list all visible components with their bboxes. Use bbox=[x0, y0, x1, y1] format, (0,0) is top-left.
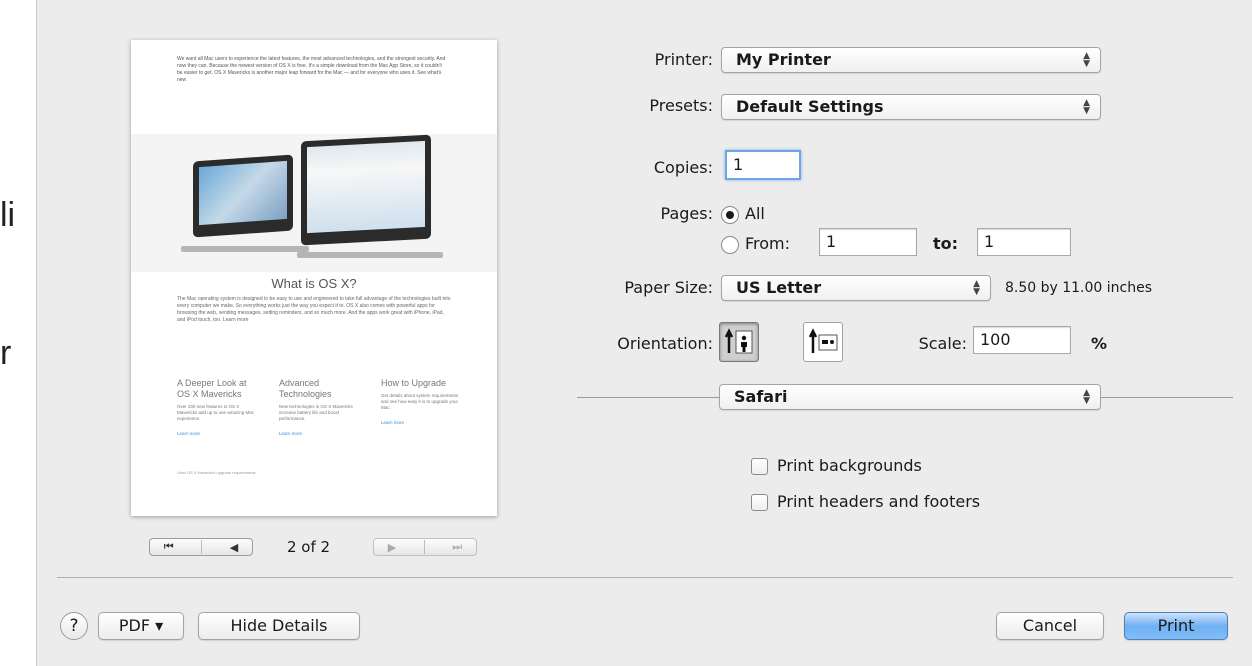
preview-nav-back-group: ⏮ ◀ bbox=[149, 538, 253, 556]
portrait-orientation-icon bbox=[724, 328, 753, 354]
print-dialog-sheet: We want all Mac users to experience the … bbox=[36, 0, 1252, 666]
section-popup[interactable]: Safari ▲ ▼ bbox=[719, 384, 1101, 410]
print-preview-page: We want all Mac users to experience the … bbox=[131, 40, 497, 516]
updown-arrows-icon: ▲ ▼ bbox=[1083, 388, 1090, 406]
hide-details-button[interactable]: Hide Details bbox=[198, 612, 360, 640]
preview-column-text: New technologies in OS X Mavericks incre… bbox=[279, 404, 353, 421]
paper-size-value: US Letter bbox=[736, 278, 822, 297]
section-divider-left bbox=[577, 397, 719, 398]
print-button[interactable]: Print bbox=[1124, 612, 1228, 640]
landscape-orientation-icon bbox=[808, 328, 838, 353]
previous-page-icon[interactable]: ◀ bbox=[230, 541, 238, 554]
printer-popup[interactable]: My Printer ▲ ▼ bbox=[721, 47, 1101, 73]
presets-popup[interactable]: Default Settings ▲ ▼ bbox=[721, 94, 1101, 120]
pages-all-radio[interactable] bbox=[721, 206, 739, 224]
section-value: Safari bbox=[734, 387, 788, 406]
paper-dimensions: 8.50 by 11.00 inches bbox=[1005, 280, 1153, 296]
printer-label: Printer: bbox=[654, 50, 713, 69]
paper-size-label: Paper Size: bbox=[624, 278, 713, 297]
pdf-menu-button[interactable]: PDF ▾ bbox=[98, 612, 184, 640]
orientation-label: Orientation: bbox=[617, 334, 713, 353]
last-page-icon[interactable]: ⏭ bbox=[452, 540, 462, 554]
preview-column-link: Learn more bbox=[279, 431, 303, 436]
scale-label: Scale: bbox=[918, 334, 967, 353]
preview-footer: View OS X Mavericks upgrade requirements bbox=[177, 470, 256, 475]
next-page-icon[interactable]: ▶ bbox=[388, 541, 396, 554]
preview-hero-image bbox=[131, 134, 497, 272]
print-backgrounds-checkbox[interactable] bbox=[751, 458, 768, 475]
print-headers-footers-checkbox[interactable] bbox=[751, 494, 768, 511]
preview-title: What is OS X? bbox=[271, 276, 357, 291]
pages-all-label: All bbox=[745, 204, 765, 223]
preview-column-link: Learn more bbox=[177, 431, 201, 436]
orientation-landscape-button[interactable] bbox=[803, 322, 843, 362]
orientation-portrait-button[interactable] bbox=[719, 322, 759, 362]
updown-arrows-icon: ▲ ▼ bbox=[973, 279, 980, 297]
preview-column-text: Get details about system requirements an… bbox=[381, 393, 459, 410]
preview-column-text: Over 200 new features in OS X Mavericks … bbox=[177, 404, 255, 421]
bottom-divider bbox=[57, 577, 1233, 578]
scale-unit: % bbox=[1091, 334, 1108, 353]
preview-column-heading: Advanced Technologies bbox=[279, 378, 332, 399]
pages-from-field[interactable]: 1 bbox=[819, 228, 917, 256]
section-divider-right bbox=[1101, 397, 1233, 398]
preview-column-3: How to Upgrade Get details about system … bbox=[381, 378, 461, 429]
preview-nav-forward-group: ▶ ⏭ bbox=[373, 538, 477, 556]
preview-body-text: The Mac operating system is designed to … bbox=[177, 296, 451, 323]
preview-column-1: A Deeper Look at OS X Mavericks Over 200… bbox=[177, 378, 257, 440]
help-button[interactable]: ? bbox=[60, 612, 88, 640]
preview-column-heading: A Deeper Look at OS X Mavericks bbox=[177, 378, 247, 399]
preview-column-link: Learn more bbox=[381, 420, 405, 425]
background-text-2: r bbox=[0, 334, 12, 372]
print-backgrounds-label: Print backgrounds bbox=[777, 456, 922, 475]
preview-intro-text: We want all Mac users to experience the … bbox=[177, 56, 446, 83]
updown-arrows-icon: ▲ ▼ bbox=[1083, 98, 1090, 116]
cancel-button[interactable]: Cancel bbox=[996, 612, 1104, 640]
scale-field[interactable]: 100 bbox=[973, 326, 1071, 354]
pages-label: Pages: bbox=[660, 204, 713, 223]
first-page-icon[interactable]: ⏮ bbox=[164, 540, 174, 554]
updown-arrows-icon: ▲ ▼ bbox=[1083, 51, 1090, 69]
copies-field[interactable]: 1 bbox=[725, 150, 801, 180]
presets-value: Default Settings bbox=[736, 97, 884, 116]
paper-size-popup[interactable]: US Letter ▲ ▼ bbox=[721, 275, 991, 301]
pages-to-label: to: bbox=[933, 234, 959, 253]
background-text-1: li bbox=[0, 196, 16, 234]
page-indicator: 2 of 2 bbox=[287, 538, 331, 556]
copies-label: Copies: bbox=[653, 158, 713, 177]
pages-from-radio[interactable] bbox=[721, 236, 739, 254]
pages-from-label: From: bbox=[745, 234, 791, 253]
preview-column-2: Advanced Technologies New technologies i… bbox=[279, 378, 359, 440]
print-headers-footers-label: Print headers and footers bbox=[777, 492, 981, 511]
pages-to-field[interactable]: 1 bbox=[977, 228, 1071, 256]
presets-label: Presets: bbox=[649, 96, 713, 115]
printer-value: My Printer bbox=[736, 50, 831, 69]
preview-column-heading: How to Upgrade bbox=[381, 378, 447, 388]
